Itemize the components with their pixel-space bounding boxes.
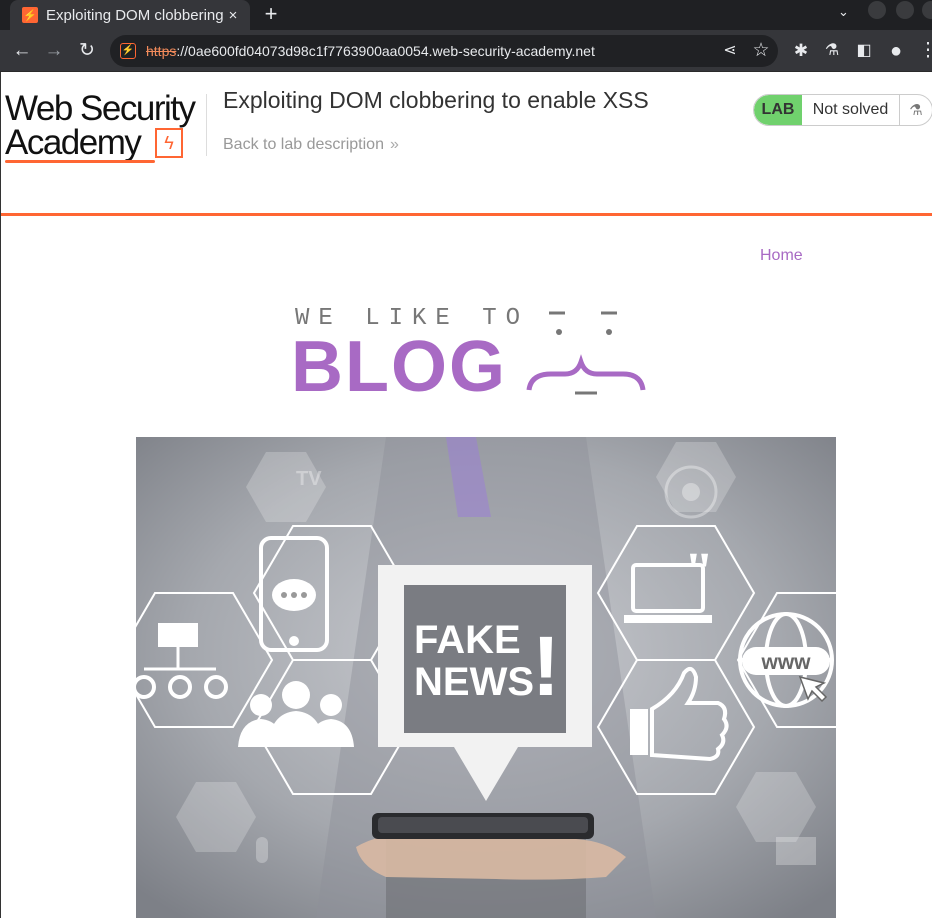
double-chevron-icon: » [389, 136, 399, 153]
browser-tab-bar: ⚡ Exploiting DOM clobbering to enable XS… [0, 0, 932, 30]
tab-search-icon[interactable]: ⌄ [838, 4, 849, 20]
address-bar[interactable]: ⚡ https://0ae600fd04073d98c1f7763900aa00… [110, 35, 778, 67]
face-mark-icon [526, 311, 646, 395]
nav-home-link[interactable]: Home [760, 247, 803, 265]
window-maximize-button[interactable] [896, 1, 914, 19]
lab-status-text: Not solved [802, 95, 900, 125]
side-panel-icon[interactable]: ◧ [852, 39, 876, 63]
extensions-icon[interactable]: ✱ [789, 39, 813, 63]
hero-image: " www FAKE NEWS ! TV [136, 437, 836, 918]
hero-headline-line1: FAKE [414, 618, 521, 662]
reload-icon[interactable]: ↻ [75, 39, 99, 63]
share-icon[interactable]: ⋖ [718, 39, 742, 63]
www-label: www [760, 651, 811, 674]
blog-logo: WE LIKE TO BLOG [291, 302, 651, 407]
flask-icon: ⚗ [909, 102, 923, 119]
logo-bolt-icon: ϟ [155, 128, 183, 158]
back-link-label: Back to lab description [223, 136, 384, 153]
blog-brand: BLOG [291, 327, 507, 407]
lab-status-widget: LAB Not solved ⚗ [753, 94, 932, 126]
header-divider [206, 94, 207, 156]
back-arrow-icon[interactable]: ← [10, 39, 34, 63]
fake-news-illustration: " www FAKE NEWS ! TV [136, 437, 836, 918]
header-rule [1, 213, 932, 216]
lab-badge: LAB [754, 95, 802, 125]
site-favicon-icon: ⚡ [22, 7, 38, 23]
tv-watermark: TV [296, 468, 322, 490]
url-scheme: https [146, 43, 177, 59]
new-tab-button[interactable]: + [260, 3, 282, 25]
lab-title: Exploiting DOM clobbering to enable XSS [223, 87, 649, 113]
browser-tab[interactable]: ⚡ Exploiting DOM clobbering to enable XS… [10, 0, 250, 30]
url-host: ://0ae600fd04073d98c1f7763900aa0054.web-… [176, 43, 595, 59]
tab-title: Exploiting DOM clobbering to enable XSS [46, 6, 224, 24]
logo-underline [5, 160, 155, 163]
hero-exclaim: ! [532, 619, 560, 713]
lab-flask-icon[interactable]: ⚗ [820, 39, 844, 63]
bookmark-star-icon[interactable]: ☆ [749, 39, 773, 63]
svg-text:": " [684, 541, 714, 601]
browser-toolbar: ← → ↻ ⚡ https://0ae600fd04073d98c1f77639… [0, 30, 932, 72]
window-minimize-button[interactable] [868, 1, 886, 19]
browser-menu-icon[interactable]: ⋮ [916, 39, 932, 63]
tab-close-icon[interactable]: × [224, 7, 242, 24]
not-secure-icon[interactable]: ⚡ [120, 43, 136, 59]
profile-avatar-icon[interactable]: ● [884, 39, 908, 63]
academy-logo[interactable]: Web Security Academy ϟ [5, 89, 205, 164]
page-content: Web Security Academy ϟ Exploiting DOM cl… [0, 72, 932, 918]
window-close-button[interactable] [922, 1, 932, 19]
forward-arrow-icon[interactable]: → [42, 39, 66, 63]
logo-line1: Web Security [5, 89, 196, 128]
back-to-lab-link[interactable]: Back to lab description » [223, 136, 399, 154]
hero-headline-line2: NEWS [414, 660, 534, 704]
